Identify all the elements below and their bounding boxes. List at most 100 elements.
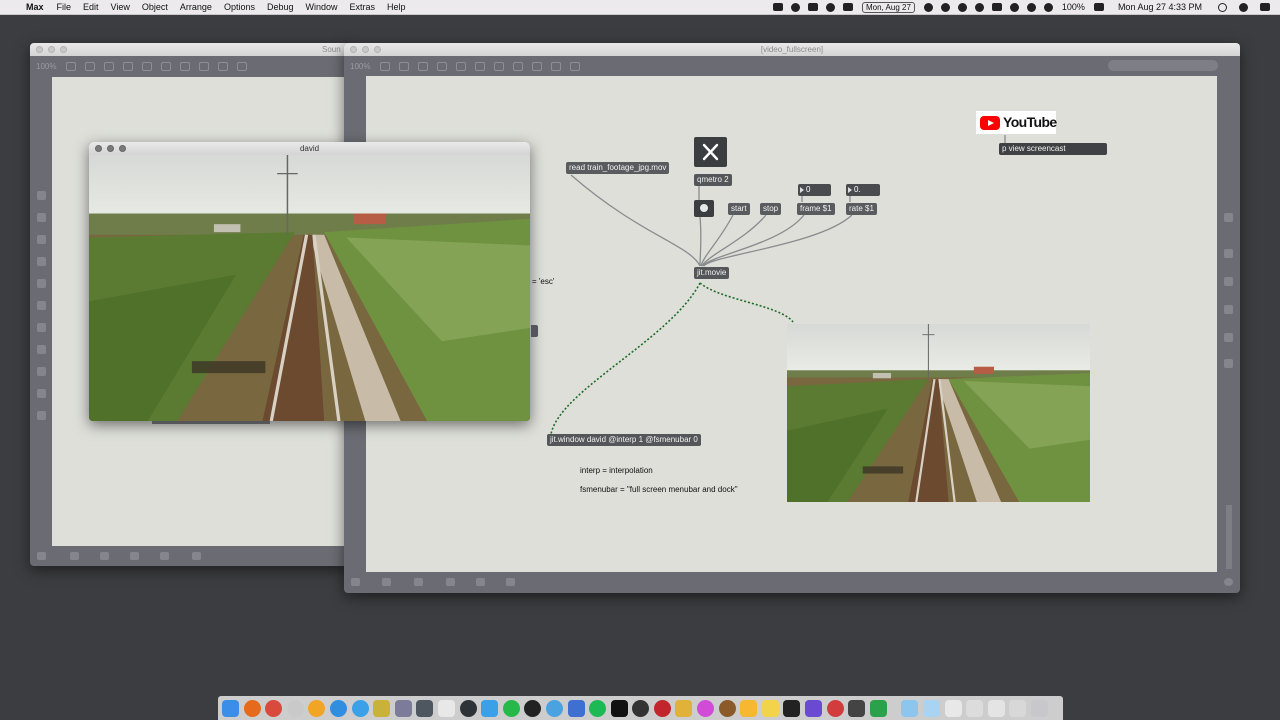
presentation-icon[interactable] (70, 552, 79, 560)
bluetooth-icon[interactable] (1009, 2, 1019, 12)
menu-window[interactable]: Window (306, 2, 338, 12)
finder-icon[interactable] (222, 699, 239, 717)
wifi-icon[interactable] (1026, 2, 1036, 12)
sketch-icon[interactable] (740, 699, 758, 717)
document-icon[interactable] (987, 699, 1005, 717)
evernote-icon[interactable] (869, 699, 887, 717)
chat-icon[interactable] (100, 552, 109, 560)
folder-icon[interactable] (901, 699, 919, 717)
app-icon[interactable] (567, 699, 585, 717)
document-icon[interactable] (1009, 699, 1027, 717)
sidebar-icon[interactable] (1224, 277, 1233, 286)
close-button[interactable] (36, 46, 43, 53)
chrome-icon[interactable] (265, 699, 283, 717)
siri-icon[interactable] (1239, 2, 1248, 12)
app-icon[interactable] (718, 699, 736, 717)
menu-help[interactable]: Help (387, 2, 406, 12)
toolbar-icon[interactable] (237, 61, 248, 71)
droplet-status-icon[interactable] (923, 2, 933, 12)
toolbar-icon[interactable] (570, 61, 581, 71)
video-status-icon[interactable] (772, 3, 783, 11)
app-icon[interactable] (416, 699, 434, 717)
app-icon[interactable] (286, 699, 304, 717)
clock[interactable]: Mon Aug 27 4:33 PM (1118, 2, 1202, 12)
toolbar-icon[interactable] (532, 61, 543, 71)
debug-icon[interactable] (476, 578, 485, 586)
app-icon[interactable] (524, 699, 542, 717)
spotlight-icon[interactable] (1218, 2, 1227, 12)
toolbar-icon[interactable] (66, 61, 77, 71)
zoom-button[interactable] (119, 145, 126, 152)
toolbar-icon[interactable] (180, 61, 191, 71)
battery-percent[interactable]: 100% (1062, 2, 1085, 12)
frame-message[interactable]: frame $1 (797, 203, 835, 215)
toolbar-icon[interactable] (456, 61, 467, 71)
app-icon[interactable] (308, 699, 326, 717)
sidebar-icon[interactable] (37, 279, 46, 288)
app-icon[interactable] (826, 699, 844, 717)
zoom-button[interactable] (60, 46, 67, 53)
sidebar-icon[interactable] (37, 257, 46, 266)
sync-status-icon[interactable] (790, 2, 800, 12)
toolbar-icon[interactable] (551, 61, 562, 71)
app-icon[interactable] (783, 699, 801, 717)
screen-status-icon[interactable] (807, 3, 818, 11)
app-icon[interactable] (437, 699, 455, 717)
presentation-icon[interactable] (382, 578, 391, 586)
toolbar-icon[interactable] (199, 61, 210, 71)
app-icon[interactable] (545, 699, 563, 717)
menu-extras[interactable]: Extras (350, 2, 376, 12)
zoom-level[interactable]: 100% (350, 62, 370, 71)
toolbar-icon[interactable] (475, 61, 486, 71)
power-icon[interactable] (1224, 578, 1233, 586)
read-message[interactable]: read train_footage_jpg.mov (566, 162, 670, 174)
lock-icon[interactable] (351, 578, 360, 586)
app-icon[interactable] (394, 699, 412, 717)
main-window-titlebar[interactable]: [video_fullscreen] (344, 43, 1240, 56)
sidebar-icon[interactable] (37, 301, 46, 310)
app-icon[interactable] (675, 699, 693, 717)
rate-number-box[interactable]: 0. (846, 184, 880, 196)
app-icon[interactable] (848, 699, 866, 717)
whatsapp-icon[interactable] (502, 699, 520, 717)
sidebar-icon[interactable] (1224, 333, 1233, 342)
sidebar-icon[interactable] (37, 389, 46, 398)
app-icon[interactable] (697, 699, 715, 717)
sidebar-icon[interactable] (37, 235, 46, 244)
embedded-video-preview[interactable] (787, 324, 1090, 502)
toolbar-icon[interactable] (123, 61, 134, 71)
menu-view[interactable]: View (111, 2, 130, 12)
toolbar-icon[interactable] (161, 61, 172, 71)
youtube-logo[interactable]: YouTube (976, 111, 1057, 134)
menu-options[interactable]: Options (224, 2, 255, 12)
zoom-button[interactable] (374, 46, 381, 53)
sidebar-icon[interactable] (37, 213, 46, 222)
document-icon[interactable] (966, 699, 984, 717)
chat-icon[interactable] (414, 578, 423, 586)
app-icon[interactable] (459, 699, 477, 717)
level-meter[interactable] (1226, 505, 1232, 569)
search-field[interactable] (1108, 60, 1218, 71)
firefox-icon[interactable] (243, 699, 261, 717)
menu-app-name[interactable]: Max (26, 2, 44, 12)
sidebar-icon[interactable] (1224, 213, 1233, 222)
zoom-level[interactable]: 100% (36, 62, 56, 71)
bang-button[interactable] (694, 200, 714, 217)
sidebar-icon[interactable] (1224, 359, 1233, 368)
david-jit-window[interactable]: david (89, 142, 530, 421)
sidebar-icon[interactable] (1224, 305, 1233, 314)
app-icon[interactable] (373, 699, 391, 717)
david-video-frame[interactable] (89, 155, 530, 421)
toolbar-icon[interactable] (85, 61, 96, 71)
wrench-icon[interactable] (506, 578, 515, 586)
c-status-icon[interactable] (940, 2, 950, 12)
app-icon[interactable] (761, 699, 779, 717)
app-icon[interactable] (653, 699, 671, 717)
mail-status-icon[interactable] (842, 3, 853, 11)
document-icon[interactable] (944, 699, 962, 717)
menu-arrange[interactable]: Arrange (180, 2, 212, 12)
frame-number-box[interactable]: 0 (798, 184, 831, 196)
david-window-titlebar[interactable]: david (89, 142, 530, 155)
spotify-icon[interactable] (589, 699, 607, 717)
close-button[interactable] (350, 46, 357, 53)
